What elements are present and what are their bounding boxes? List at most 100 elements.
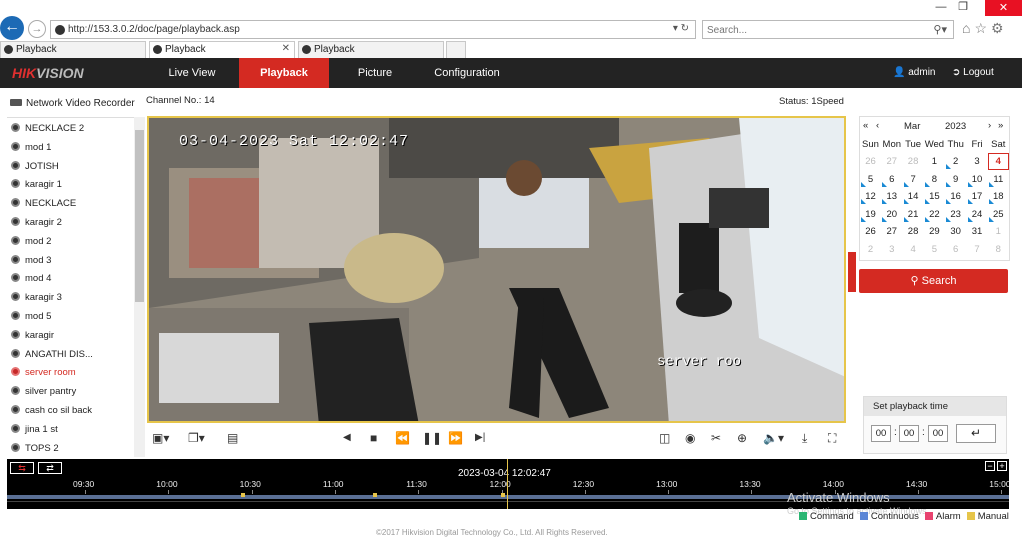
tab-playback-1[interactable]: Playback bbox=[0, 41, 146, 58]
calendar-day[interactable]: 1 bbox=[988, 223, 1009, 240]
calendar-day[interactable]: 27 bbox=[881, 153, 902, 170]
nav-configuration[interactable]: Configuration bbox=[424, 58, 510, 88]
prev-year-icon[interactable]: « bbox=[863, 120, 868, 131]
user-menu[interactable]: 👤 admin bbox=[893, 67, 935, 78]
calendar-day[interactable]: 6 bbox=[881, 171, 902, 188]
calendar-day[interactable]: 4 bbox=[903, 241, 924, 258]
camera-item[interactable]: mod 3 bbox=[11, 254, 51, 273]
calendar-day[interactable]: 7 bbox=[967, 241, 988, 258]
timeline-sync-icon[interactable]: ⇄ bbox=[38, 462, 62, 474]
camera-item[interactable]: mod 4 bbox=[11, 273, 51, 291]
calendar-day[interactable]: 27 bbox=[881, 223, 902, 240]
go-to-time-button[interactable]: ↵ bbox=[956, 424, 996, 443]
calendar-day[interactable]: 7 bbox=[903, 171, 924, 188]
collapse-panel-handle[interactable] bbox=[848, 252, 856, 292]
calendar-day[interactable]: 11 bbox=[988, 171, 1009, 188]
camera-item[interactable]: karagir bbox=[11, 329, 54, 348]
camera-item[interactable]: NECKLACE 2 bbox=[11, 123, 84, 141]
nav-live-view[interactable]: Live View bbox=[152, 58, 232, 88]
zoom-icon[interactable]: ⊕ bbox=[737, 431, 747, 445]
next-year-icon[interactable]: » bbox=[998, 120, 1003, 131]
video-frame[interactable]: 03-04-2023 Sat 12:02:47 server roo bbox=[147, 116, 846, 423]
camera-item[interactable]: karagir 1 bbox=[11, 179, 62, 197]
gear-icon[interactable]: ⚙ bbox=[991, 20, 1008, 36]
camera-item[interactable]: jina 1 st bbox=[11, 423, 58, 442]
calendar-day[interactable]: 19 bbox=[860, 206, 881, 223]
stop-icon[interactable]: ■ bbox=[370, 431, 377, 445]
calendar-day[interactable]: 2 bbox=[945, 153, 966, 170]
nav-playback[interactable]: Playback bbox=[239, 58, 329, 88]
calendar-day-selected[interactable]: 4 bbox=[987, 153, 1009, 170]
timeline-cursor[interactable] bbox=[507, 459, 508, 509]
tab-playback-2[interactable]: Playback ✕ bbox=[149, 41, 295, 58]
back-arrow-icon[interactable]: ← bbox=[0, 16, 24, 40]
calendar-day[interactable]: 16 bbox=[945, 188, 966, 205]
scissors-icon[interactable]: ✂ bbox=[711, 431, 721, 445]
calendar-day[interactable]: 26 bbox=[860, 223, 881, 240]
camera-item[interactable]: JOTISH bbox=[11, 160, 59, 179]
calendar-day[interactable]: 28 bbox=[903, 153, 924, 170]
camera-item[interactable]: ANGATHI DIS... bbox=[11, 348, 93, 367]
camera-snapshot-icon[interactable]: ◉ bbox=[685, 431, 695, 445]
calendar-day[interactable]: 3 bbox=[967, 153, 988, 170]
layout-icon[interactable]: ▣▾ bbox=[152, 431, 169, 445]
calendar-month[interactable]: Mar bbox=[904, 121, 920, 132]
tab-close-icon[interactable]: ✕ bbox=[282, 43, 290, 54]
zoom-in-icon[interactable]: + bbox=[997, 461, 1007, 471]
calendar-day[interactable]: 5 bbox=[924, 241, 945, 258]
search-button[interactable]: ⚲ Search bbox=[859, 269, 1008, 293]
download-icon[interactable]: ⤓ bbox=[802, 431, 807, 446]
home-icon[interactable]: ⌂ bbox=[962, 20, 974, 36]
pause-icon[interactable]: ❚❚ bbox=[422, 431, 442, 445]
forward-arrow-icon[interactable]: → bbox=[28, 20, 46, 38]
scrollbar-thumb[interactable] bbox=[135, 130, 144, 302]
calendar-day[interactable]: 12 bbox=[860, 188, 881, 205]
calendar-day[interactable]: 24 bbox=[967, 206, 988, 223]
calendar-year[interactable]: 2023 bbox=[945, 121, 966, 132]
address-bar[interactable]: http://153.3.0.2/doc/page/playback.asp ▾… bbox=[50, 20, 696, 39]
audio-icon[interactable]: 🔈▾ bbox=[763, 431, 784, 445]
new-tab-button[interactable] bbox=[446, 41, 466, 58]
calendar-day[interactable]: 21 bbox=[903, 206, 924, 223]
calendar-day[interactable]: 14 bbox=[903, 188, 924, 205]
calendar-day[interactable]: 31 bbox=[967, 223, 988, 240]
calendar-day[interactable]: 20 bbox=[881, 206, 902, 223]
camera-item[interactable]: NECKLACE bbox=[11, 198, 76, 216]
fullscreen-icon[interactable]: ⛶ bbox=[828, 431, 836, 446]
restore-icon[interactable]: ❐ bbox=[952, 0, 974, 13]
slow-down-icon[interactable]: ⏪ bbox=[395, 431, 410, 445]
camera-item[interactable]: karagir 3 bbox=[11, 292, 62, 310]
refresh-icon[interactable]: ▾ ↻ bbox=[673, 23, 689, 34]
second-field[interactable]: 00 bbox=[928, 425, 948, 442]
stream-icon[interactable]: ▤ bbox=[227, 431, 238, 445]
calendar-day[interactable]: 23 bbox=[945, 206, 966, 223]
star-icon[interactable]: ☆ bbox=[974, 20, 991, 36]
clip-icon[interactable]: ◫ bbox=[659, 431, 670, 445]
camera-item[interactable]: TOPS 2 bbox=[11, 442, 59, 461]
calendar-day[interactable]: 1 bbox=[924, 153, 945, 170]
minute-field[interactable]: 00 bbox=[899, 425, 919, 442]
calendar-day[interactable]: 3 bbox=[881, 241, 902, 258]
calendar-day[interactable]: 26 bbox=[860, 153, 881, 170]
camera-item[interactable]: karagir 2 bbox=[11, 217, 62, 235]
calendar-day[interactable]: 18 bbox=[988, 188, 1009, 205]
calendar-day[interactable]: 28 bbox=[903, 223, 924, 240]
hour-field[interactable]: 00 bbox=[871, 425, 891, 442]
calendar-day[interactable]: 9 bbox=[945, 171, 966, 188]
calendar-day[interactable]: 6 bbox=[945, 241, 966, 258]
camera-item[interactable]: mod 1 bbox=[11, 141, 51, 160]
speed-up-icon[interactable]: ⏩ bbox=[448, 431, 463, 445]
calendar-day[interactable]: 5 bbox=[860, 171, 881, 188]
prev-month-icon[interactable]: ‹ bbox=[876, 120, 879, 131]
frame-forward-icon[interactable]: ▶| bbox=[475, 432, 485, 443]
calendar-day[interactable]: 29 bbox=[924, 223, 945, 240]
zoom-out-icon[interactable]: − bbox=[985, 461, 995, 471]
minimize-icon[interactable]: — bbox=[930, 1, 952, 13]
next-month-icon[interactable]: › bbox=[988, 120, 991, 131]
window-split-icon[interactable]: ❐▾ bbox=[188, 431, 205, 445]
camera-item[interactable]: silver pantry bbox=[11, 386, 76, 404]
logout-button[interactable]: ➲ Logout bbox=[952, 67, 994, 78]
tab-playback-3[interactable]: Playback bbox=[298, 41, 444, 58]
calendar-day[interactable]: 15 bbox=[924, 188, 945, 205]
reverse-play-icon[interactable]: ◀ bbox=[343, 432, 351, 443]
